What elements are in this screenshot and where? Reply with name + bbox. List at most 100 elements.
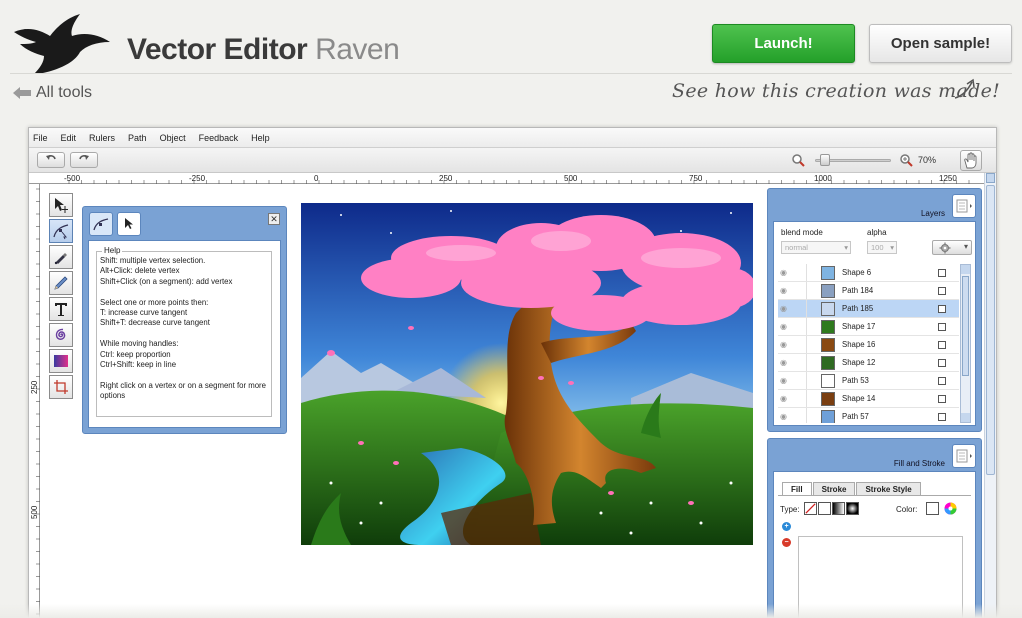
blend-mode-label: blend mode xyxy=(781,228,823,237)
canvas-vertical-scrollbar[interactable] xyxy=(984,173,996,618)
pan-button[interactable] xyxy=(960,150,982,171)
vertical-ruler: 250 500 xyxy=(29,184,40,618)
tab-stroke-style[interactable]: Stroke Style xyxy=(856,482,921,495)
menu-path[interactable]: Path xyxy=(128,133,147,143)
layer-name: Path 53 xyxy=(842,376,869,385)
color-wheel-icon[interactable] xyxy=(944,502,957,515)
tool-spiral[interactable] xyxy=(49,323,73,347)
layer-options-button[interactable]: ▾ xyxy=(932,240,972,255)
chevron-down-icon: ▾ xyxy=(963,242,968,251)
help-legend: Help xyxy=(102,246,123,255)
menu-help[interactable]: Help xyxy=(251,133,270,143)
visibility-eye-icon[interactable]: ◉ xyxy=(780,412,787,421)
tool-select[interactable] xyxy=(49,193,73,217)
layer-lock-checkbox[interactable] xyxy=(938,287,946,295)
visibility-eye-icon[interactable]: ◉ xyxy=(780,268,787,277)
panel-menu-icon xyxy=(956,199,972,213)
solid-fill-swatch[interactable] xyxy=(818,502,831,515)
visibility-eye-icon[interactable]: ◉ xyxy=(780,286,787,295)
redo-button[interactable] xyxy=(70,152,98,168)
scroll-thumb[interactable] xyxy=(986,185,995,475)
layers-body: blend mode alpha normal ▾ 100 ▾ ▾ ◉ Shape… xyxy=(773,221,976,426)
layers-menu-button[interactable] xyxy=(952,194,976,218)
visibility-eye-icon[interactable]: ◉ xyxy=(780,394,787,403)
layer-row[interactable]: ◉ Shape 16 xyxy=(778,336,959,354)
visibility-eye-icon[interactable]: ◉ xyxy=(780,376,787,385)
help-tab-node[interactable] xyxy=(89,212,113,236)
layer-row[interactable]: ◉ Shape 12 xyxy=(778,354,959,372)
visibility-eye-icon[interactable]: ◉ xyxy=(780,340,787,349)
layer-lock-checkbox[interactable] xyxy=(938,269,946,277)
help-tab-select[interactable] xyxy=(117,212,141,236)
layer-row[interactable]: ◉ Shape 17 xyxy=(778,318,959,336)
scroll-thumb[interactable] xyxy=(962,276,969,376)
radial-gradient-icon[interactable] xyxy=(846,502,859,515)
tool-gradient[interactable] xyxy=(49,349,73,373)
row-divider xyxy=(806,408,807,423)
layer-row[interactable]: ◉ Shape 14 xyxy=(778,390,959,408)
launch-button[interactable]: Launch! xyxy=(712,24,855,63)
row-divider xyxy=(806,390,807,407)
layer-lock-checkbox[interactable] xyxy=(938,341,946,349)
layer-lock-checkbox[interactable] xyxy=(938,395,946,403)
tool-text[interactable] xyxy=(49,297,73,321)
layer-row[interactable]: ◉ Path 185 xyxy=(778,300,959,318)
layer-row[interactable]: ◉ Shape 6 xyxy=(778,264,959,282)
ruler-label: 500 xyxy=(30,505,39,519)
visibility-eye-icon[interactable]: ◉ xyxy=(780,358,787,367)
tool-crop[interactable] xyxy=(49,375,73,399)
layer-lock-checkbox[interactable] xyxy=(938,413,946,421)
alpha-select[interactable]: 100 ▾ xyxy=(867,241,897,254)
scroll-down-button[interactable] xyxy=(961,413,970,422)
zoom-out-icon[interactable] xyxy=(791,153,805,167)
tab-stroke[interactable]: Stroke xyxy=(812,482,856,495)
row-divider xyxy=(806,336,807,353)
blend-mode-value: normal xyxy=(785,243,808,252)
tab-fill[interactable]: Fill xyxy=(782,482,812,495)
scroll-up-button[interactable] xyxy=(986,173,995,183)
canvas-artwork[interactable] xyxy=(301,203,753,545)
ruler-v-ticks: 250 500 xyxy=(30,188,40,615)
fill-color-swatch[interactable] xyxy=(926,502,939,515)
layer-lock-checkbox[interactable] xyxy=(938,359,946,367)
layer-lock-checkbox[interactable] xyxy=(938,377,946,385)
help-close-button[interactable]: ✕ xyxy=(268,213,280,225)
visibility-eye-icon[interactable]: ◉ xyxy=(780,304,787,313)
text-icon xyxy=(55,303,67,316)
ruler-label: -500 xyxy=(64,174,81,183)
menu-object[interactable]: Object xyxy=(160,133,186,143)
tool-pen[interactable] xyxy=(49,245,73,269)
open-sample-button[interactable]: Open sample! xyxy=(869,24,1012,63)
menu-edit[interactable]: Edit xyxy=(61,133,77,143)
visibility-eye-icon[interactable]: ◉ xyxy=(780,322,787,331)
pencil-icon xyxy=(54,276,68,290)
undo-button[interactable] xyxy=(37,152,65,168)
remove-gradient-stop-button[interactable]: − xyxy=(782,538,791,547)
tool-pencil[interactable] xyxy=(49,271,73,295)
scroll-up-button[interactable] xyxy=(961,265,970,274)
no-fill-icon[interactable] xyxy=(804,502,817,515)
zoom-in-icon[interactable] xyxy=(899,153,913,167)
layers-scrollbar[interactable] xyxy=(960,264,971,423)
layer-lock-checkbox[interactable] xyxy=(938,305,946,313)
menu-rulers[interactable]: Rulers xyxy=(89,133,115,143)
layer-lock-checkbox[interactable] xyxy=(938,323,946,331)
horizontal-ruler: -500 -250 0 250 500 750 1000 1250 xyxy=(29,173,984,184)
raven-logo-icon xyxy=(14,14,110,74)
ruler-h-ticks: -500 -250 0 250 500 750 1000 1250 xyxy=(64,174,970,184)
menu-file[interactable]: File xyxy=(33,133,48,143)
menu-feedback[interactable]: Feedback xyxy=(199,133,239,143)
layer-row[interactable]: ◉ Path 57 xyxy=(778,408,959,423)
fill-stroke-title: Fill and Stroke xyxy=(893,459,945,468)
layer-row[interactable]: ◉ Path 184 xyxy=(778,282,959,300)
add-gradient-stop-button[interactable]: + xyxy=(782,522,791,531)
blend-mode-select[interactable]: normal ▾ xyxy=(781,241,851,254)
linear-gradient-icon[interactable] xyxy=(832,502,845,515)
zoom-slider-thumb[interactable] xyxy=(820,154,831,166)
layer-thumbnail xyxy=(821,356,835,370)
all-tools-link[interactable]: All tools xyxy=(12,84,92,102)
tool-node-edit[interactable] xyxy=(49,219,73,243)
fill-stroke-menu-button[interactable] xyxy=(952,444,976,468)
ruler-label: 250 xyxy=(439,174,453,183)
layer-row[interactable]: ◉ Path 53 xyxy=(778,372,959,390)
